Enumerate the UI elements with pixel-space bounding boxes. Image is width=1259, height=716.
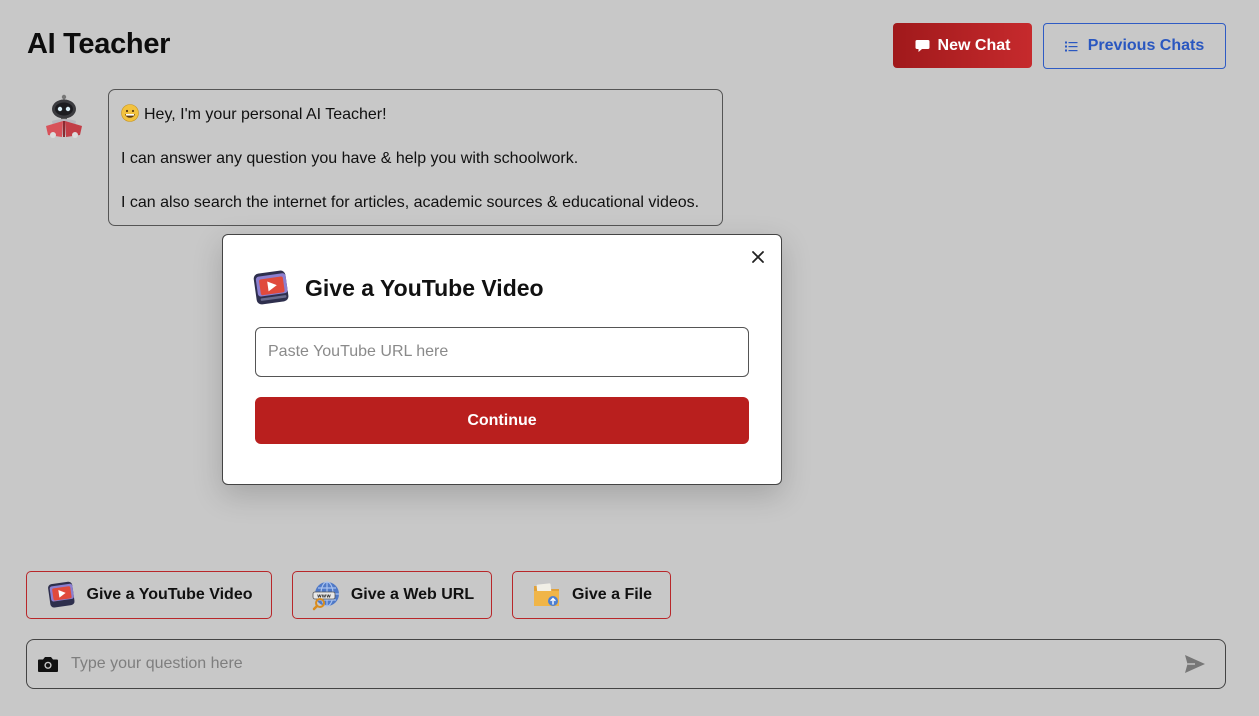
give-youtube-video-button[interactable]: Give a YouTube Video — [26, 571, 272, 619]
close-modal-button[interactable] — [749, 248, 767, 266]
previous-chats-button[interactable]: Previous Chats — [1043, 23, 1226, 69]
new-chat-label: New Chat — [937, 36, 1011, 54]
youtube-video-icon — [47, 581, 75, 608]
globe-search-icon: www — [312, 581, 339, 611]
grinning-face-emoji-icon — [121, 104, 139, 122]
question-composer — [26, 639, 1226, 689]
give-file-button[interactable]: Give a File — [512, 571, 671, 619]
send-icon — [1185, 655, 1205, 673]
message-greeting-line: Hey, I'm your personal AI Teacher! — [121, 104, 710, 126]
list-icon — [1064, 41, 1078, 51]
give-web-url-button[interactable]: www Give a Web URL — [292, 571, 492, 619]
modal-title: Give a YouTube Video — [305, 274, 544, 301]
message-line-2: I can answer any question you have & hel… — [121, 150, 579, 167]
youtube-modal: Give a YouTube Video Continue — [222, 234, 782, 485]
send-button[interactable] — [1183, 652, 1207, 676]
continue-button[interactable]: Continue — [255, 397, 749, 444]
message-line-3: I can also search the internet for artic… — [121, 194, 700, 211]
youtube-url-input[interactable] — [255, 327, 749, 377]
message-greeting: Hey, I'm your personal AI Teacher! — [144, 106, 387, 123]
give-file-label: Give a File — [571, 586, 653, 603]
question-input[interactable] — [59, 640, 1183, 688]
new-chat-button[interactable]: New Chat — [893, 23, 1032, 68]
source-buttons: Give a YouTube Video www Give a Web URL … — [26, 571, 671, 619]
folder-upload-icon — [533, 583, 559, 606]
youtube-video-icon — [253, 270, 289, 305]
robot-avatar-icon — [46, 94, 82, 138]
camera-icon — [38, 657, 58, 672]
assistant-message: Hey, I'm your personal AI Teacher! I can… — [108, 89, 723, 226]
give-web-url-label: Give a Web URL — [350, 586, 475, 603]
close-icon — [752, 251, 764, 263]
previous-chats-label: Previous Chats — [1087, 37, 1205, 54]
camera-button[interactable] — [37, 653, 59, 675]
modal-header: Give a YouTube Video — [251, 267, 544, 309]
chat-bubble-icon — [915, 39, 930, 52]
give-youtube-video-label: Give a YouTube Video — [86, 586, 253, 603]
page-title: AI Teacher — [27, 28, 171, 60]
header-actions: New Chat Previous Chats — [893, 23, 1226, 69]
